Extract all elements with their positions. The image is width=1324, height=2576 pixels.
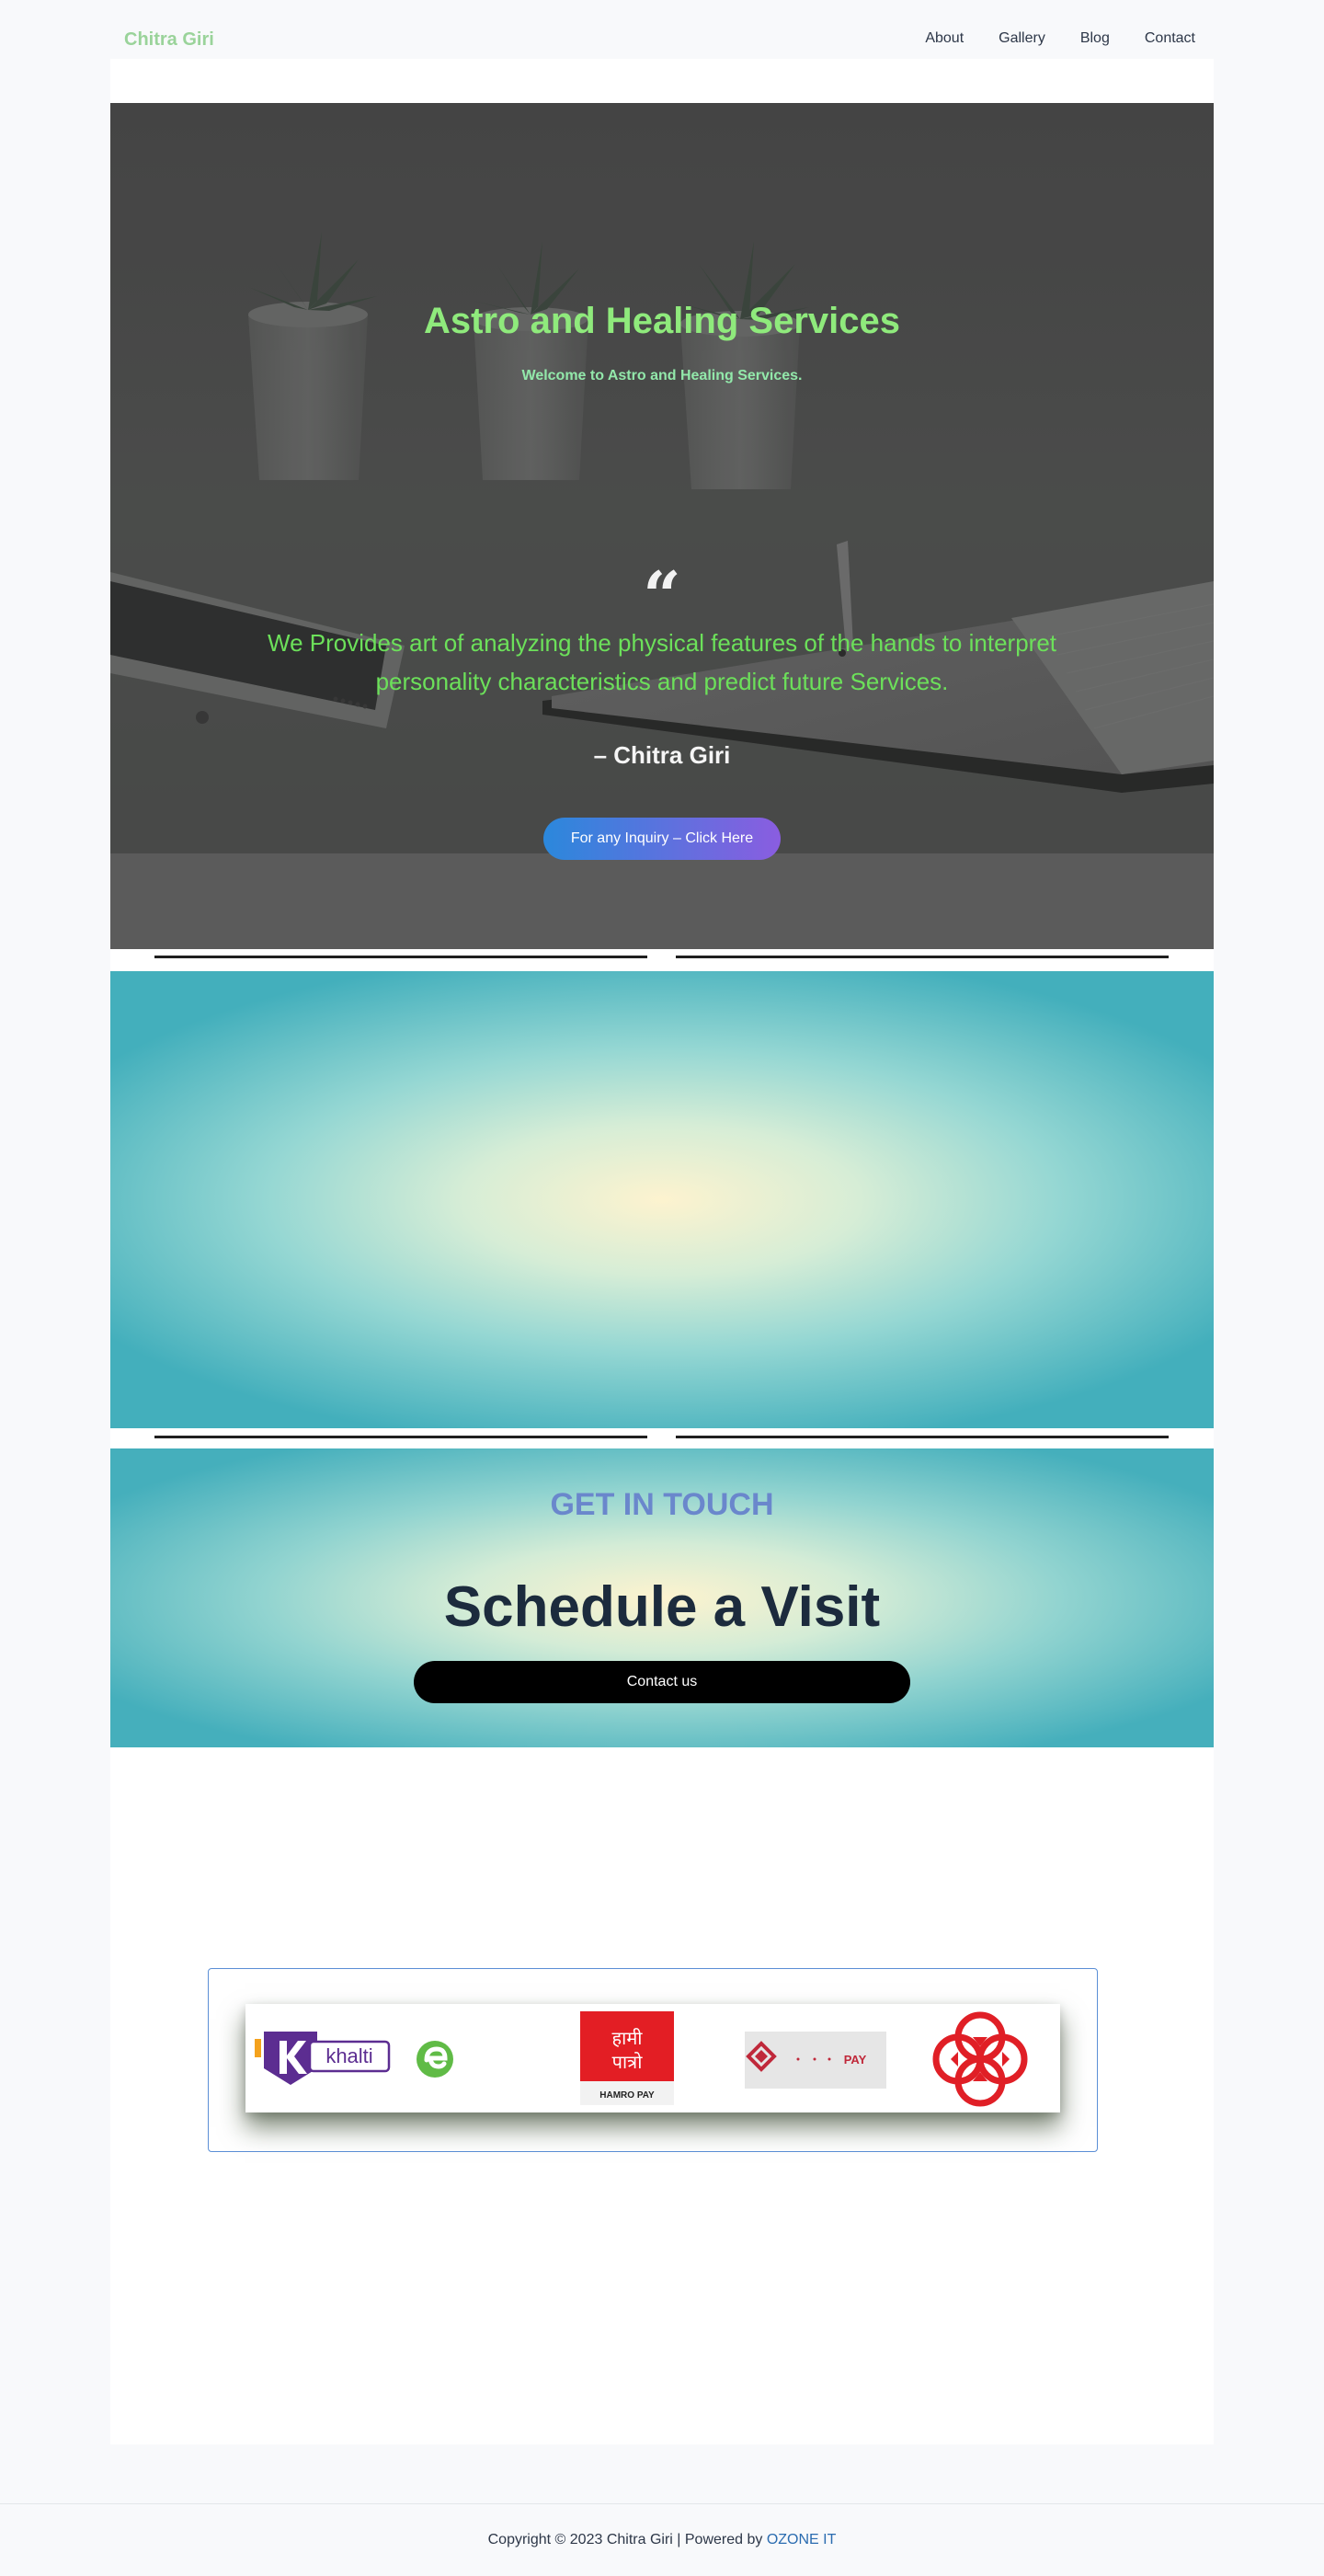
main-nav: About Gallery Blog Contact <box>925 30 1195 47</box>
brand-logo-link[interactable]: Chitra Giri <box>124 29 214 51</box>
payment-logos-strip: khalti हामी पात्रो HAMRO PAY PAY <box>245 2004 1060 2112</box>
connect-ips-logo <box>931 2011 1029 2107</box>
nav-blog[interactable]: Blog <box>1080 30 1110 47</box>
schedule-visit-title: Schedule a Visit <box>443 1575 881 1639</box>
hamro-pay-logo: हामी पात्रो HAMRO PAY <box>580 2011 674 2105</box>
hero-background-photo: Astro and Healing Services Welcome to As… <box>110 103 1214 853</box>
section-divider-right-2 <box>676 1436 1169 1438</box>
section-divider-left-2 <box>154 1436 647 1438</box>
esewa-logo <box>415 2039 455 2079</box>
hero-lower-band <box>110 853 1214 949</box>
ime-pay-wordmark: PAY <box>844 2053 867 2067</box>
get-in-touch-section: GET IN TOUCH Schedule a Visit Contact us <box>110 1448 1214 1747</box>
nav-about[interactable]: About <box>925 30 964 47</box>
hero-quote: We Provides art of analyzing the physica… <box>268 629 1056 695</box>
section-divider-left <box>154 956 647 958</box>
get-in-touch-eyebrow: GET IN TOUCH <box>550 1487 774 1522</box>
hamro-devanagari-line-2: पात्रो <box>612 2051 644 2073</box>
khalti-logo: khalti <box>255 2028 393 2087</box>
quote-author: – Chitra Giri <box>593 741 731 769</box>
nav-gallery[interactable]: Gallery <box>999 30 1045 47</box>
quote-icon: “ <box>643 556 681 635</box>
contact-us-button[interactable]: Contact us <box>414 1661 910 1703</box>
ozone-it-link[interactable]: OZONE IT <box>767 2532 837 2547</box>
hamro-pay-caption: HAMRO PAY <box>599 2090 655 2101</box>
payment-partners-frame: khalti हामी पात्रो HAMRO PAY PAY <box>208 1968 1098 2152</box>
section-divider-right <box>676 956 1169 958</box>
inquiry-button[interactable]: For any Inquiry – Click Here <box>543 818 781 860</box>
khalti-wordmark: khalti <box>325 2044 372 2067</box>
hero-subtitle: Welcome to Astro and Healing Services. <box>521 368 803 384</box>
footer-copyright: Copyright © 2023 Chitra Giri | Powered b… <box>0 2532 1324 2548</box>
hero-title: Astro and Healing Services <box>424 301 900 341</box>
gradient-banner <box>110 971 1214 1428</box>
ime-pay-logo: PAY <box>745 2032 886 2089</box>
copyright-text: Copyright © 2023 Chitra Giri | Powered b… <box>487 2532 767 2547</box>
site-header: Chitra Giri About Gallery Blog Contact <box>110 0 1214 59</box>
site-footer: Copyright © 2023 Chitra Giri | Powered b… <box>0 2503 1324 2576</box>
nav-contact[interactable]: Contact <box>1145 30 1195 47</box>
hamro-devanagari-line-1: हामी <box>612 2027 644 2049</box>
